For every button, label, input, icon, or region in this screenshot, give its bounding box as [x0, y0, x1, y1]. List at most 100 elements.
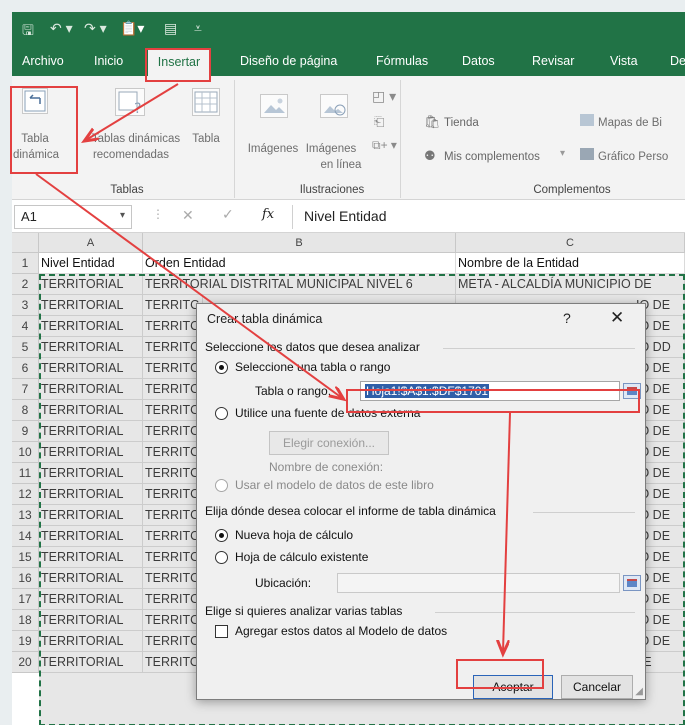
table-cell[interactable]: TERRITORIAL [39, 652, 143, 673]
row-header[interactable]: 10 [12, 442, 39, 463]
table-cell[interactable]: TERRITC [143, 463, 203, 484]
row-header[interactable]: 17 [12, 589, 39, 610]
close-button[interactable]: ✕ [610, 308, 624, 328]
column-header-c[interactable]: C [456, 233, 685, 253]
table-cell[interactable]: TERRITC [143, 379, 203, 400]
row-header[interactable]: 14 [12, 526, 39, 547]
smartart-icon[interactable]: ⎗ [374, 114, 384, 130]
table-cell[interactable]: Nombre de la Entidad [456, 253, 685, 274]
checkbox-data-model[interactable] [215, 625, 228, 638]
radio-table-range[interactable] [215, 361, 228, 374]
table-cell[interactable]: TERRITORIAL [39, 547, 143, 568]
table-cell[interactable]: TERRITORIAL [39, 358, 143, 379]
insert-function-icon[interactable]: fx [262, 207, 274, 222]
row-header[interactable]: 6 [12, 358, 39, 379]
collapse-location-icon[interactable] [623, 575, 641, 591]
enter-icon[interactable]: ✓ [222, 206, 234, 223]
location-input[interactable] [337, 573, 620, 593]
table-cell[interactable]: TERRITORIAL [39, 316, 143, 337]
choose-connection-button[interactable]: Elegir conexión... [269, 431, 389, 455]
radio-external-source[interactable] [215, 407, 228, 420]
table-cell[interactable]: TERRITORIAL [39, 400, 143, 421]
formula-input[interactable]: Nivel Entidad [304, 208, 387, 224]
tab-developer[interactable]: De [664, 46, 685, 76]
form-icon[interactable]: ▤ [164, 20, 177, 37]
table-cell[interactable]: Orden Entidad [143, 253, 456, 274]
radio-existing-sheet[interactable] [215, 551, 228, 564]
table-cell[interactable]: TERRITORIAL [39, 505, 143, 526]
table-cell[interactable]: TERRITORIAL [39, 610, 143, 631]
tab-formulas[interactable]: Fórmulas [370, 46, 434, 76]
table-cell[interactable]: META - ALCALDÍA MUNICIPIO DE [456, 274, 685, 295]
radio-new-sheet[interactable] [215, 529, 228, 542]
row-header[interactable]: 4 [12, 316, 39, 337]
table-cell[interactable]: TERRITC [143, 400, 203, 421]
table-cell[interactable]: TERRITORIAL [39, 463, 143, 484]
table-cell[interactable]: TERRITC [143, 526, 203, 547]
column-header-b[interactable]: B [143, 233, 456, 253]
table-cell[interactable]: TERRITORIAL DISTRITAL MUNICIPAL NIVEL 6 [143, 274, 456, 295]
table-cell[interactable]: TERRITORIAL [39, 568, 143, 589]
resize-grip-icon[interactable]: ◢ [635, 686, 643, 697]
table-cell[interactable]: TERRITORIAL [39, 442, 143, 463]
row-header[interactable]: 11 [12, 463, 39, 484]
tab-datos[interactable]: Datos [456, 46, 501, 76]
table-cell[interactable]: TERRITC [143, 484, 203, 505]
screenshot-icon[interactable]: ⧉+ ▾ [372, 138, 397, 153]
table-cell[interactable]: TERRITORIAL [39, 337, 143, 358]
row-header[interactable]: 15 [12, 547, 39, 568]
column-header-a[interactable]: A [39, 233, 143, 253]
table-cell[interactable]: TERRITORIAL [39, 589, 143, 610]
name-box[interactable]: A1 ▾ [14, 205, 132, 229]
tab-insertar[interactable]: Insertar [148, 48, 210, 76]
table-cell[interactable]: TERRITC [143, 589, 203, 610]
tab-archivo[interactable]: Archivo [16, 46, 70, 76]
table-cell[interactable]: TERRITORIAL [39, 484, 143, 505]
row-header[interactable]: 3 [12, 295, 39, 316]
row-header[interactable]: 9 [12, 421, 39, 442]
row-header[interactable]: 2 [12, 274, 39, 295]
table-cell[interactable]: TERRITC [143, 421, 203, 442]
table-cell[interactable]: TERRITORIAL [39, 295, 143, 316]
tab-diseno-pagina[interactable]: Diseño de página [234, 46, 343, 76]
table-cell[interactable]: TERRITORIAL [39, 379, 143, 400]
row-header[interactable]: 7 [12, 379, 39, 400]
accept-button[interactable]: Aceptar [473, 675, 553, 699]
table-cell[interactable]: TERRITORIAL [39, 631, 143, 652]
table-cell[interactable]: TERRITORIAL [39, 526, 143, 547]
table-cell[interactable]: TERRITC [143, 337, 203, 358]
row-header[interactable]: 18 [12, 610, 39, 631]
table-cell[interactable]: TERRITC [143, 442, 203, 463]
tab-vista[interactable]: Vista [604, 46, 644, 76]
customize-qat-icon[interactable]: ⩡ [194, 20, 202, 37]
table-cell[interactable]: TERRITORIAL [39, 274, 143, 295]
radio-data-model[interactable] [215, 479, 228, 492]
collapse-range-icon[interactable] [623, 383, 641, 399]
help-button[interactable]: ? [563, 310, 571, 326]
cancel-icon[interactable]: ✕ [182, 207, 194, 224]
table-cell[interactable]: TERRITC [143, 295, 203, 316]
table-cell[interactable]: Nivel Entidad [39, 253, 143, 274]
table-cell[interactable]: TERRITC [143, 610, 203, 631]
table-cell[interactable]: TERRITC [143, 547, 203, 568]
table-cell[interactable]: TERRITC [143, 568, 203, 589]
table-range-input[interactable]: Hoja1!$A$1:$DF$1701 [360, 381, 620, 401]
row-header[interactable]: 16 [12, 568, 39, 589]
redo-icon[interactable]: ↷ ▾ [84, 20, 107, 37]
row-header[interactable]: 20 [12, 652, 39, 673]
row-header[interactable]: 1 [12, 253, 39, 274]
row-header[interactable]: 13 [12, 505, 39, 526]
table-cell[interactable]: TERRITC [143, 316, 203, 337]
table-cell[interactable]: TERRITC [143, 631, 203, 652]
save-icon[interactable]: 🖫 [22, 20, 34, 44]
tab-revisar[interactable]: Revisar [526, 46, 580, 76]
tab-inicio[interactable]: Inicio [88, 46, 129, 76]
cancel-button[interactable]: Cancelar [561, 675, 633, 699]
shapes-icon[interactable]: ◰ ▾ [372, 88, 396, 105]
row-header[interactable]: 5 [12, 337, 39, 358]
undo-icon[interactable]: ↶ ▾ [50, 20, 73, 37]
table-cell[interactable]: TERRITC [143, 505, 203, 526]
paste-icon[interactable]: 📋▾ [120, 20, 144, 37]
select-all-corner[interactable] [12, 233, 39, 253]
row-header[interactable]: 19 [12, 631, 39, 652]
